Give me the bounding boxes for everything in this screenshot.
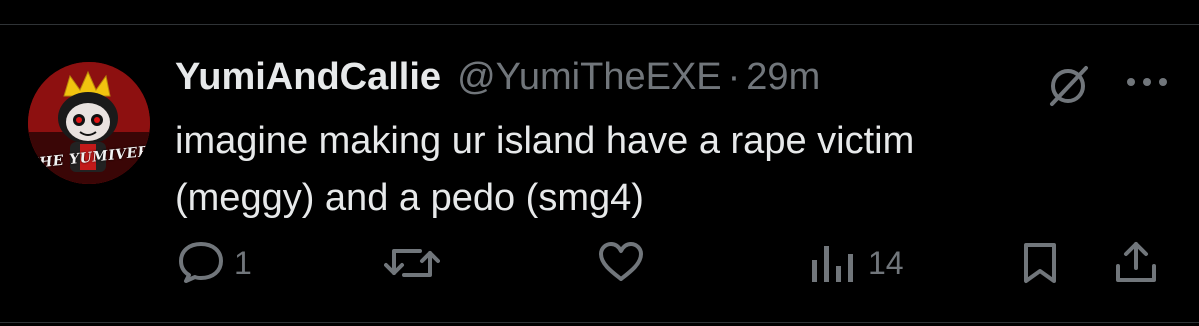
heart-icon[interactable]: [598, 241, 644, 283]
slashed-circle-icon[interactable]: [1044, 62, 1092, 110]
top-divider: [0, 24, 1199, 25]
avatar[interactable]: THE YUMIVERSE: [28, 62, 150, 184]
views-chart-icon[interactable]: [810, 244, 854, 284]
bookmark-icon[interactable]: [1022, 242, 1058, 284]
display-name[interactable]: YumiAndCallie: [175, 56, 441, 99]
reply-icon[interactable]: [178, 241, 224, 283]
reply-count: 1: [234, 245, 252, 281]
share-icon[interactable]: [1114, 240, 1158, 284]
separator-dot: ·: [727, 56, 741, 98]
bottom-divider: [0, 322, 1199, 323]
tweet-header: YumiAndCallie @YumiTheEXE · 29m: [175, 56, 820, 106]
tweet-text: imagine making ur island have a rape vic…: [175, 120, 915, 219]
retweet-icon[interactable]: [384, 243, 440, 283]
views-count: 14: [868, 245, 904, 281]
tweet-time[interactable]: 29m: [746, 56, 820, 99]
more-horizontal-icon[interactable]: [1126, 77, 1168, 87]
user-handle[interactable]: @YumiTheEXE: [457, 56, 722, 99]
